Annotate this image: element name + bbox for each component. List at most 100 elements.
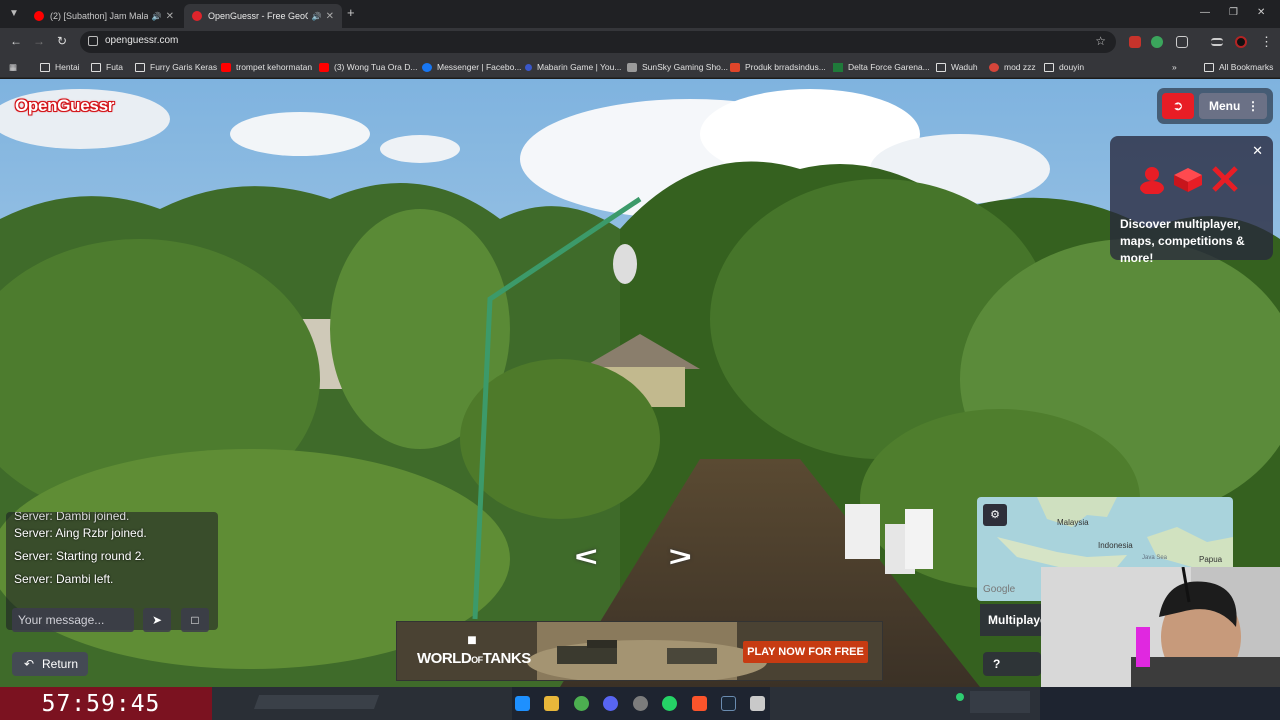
forward-icon[interactable]: → (33, 34, 45, 48)
restore-window-icon[interactable]: ❐ (1229, 7, 1238, 18)
bookmark-item[interactable]: (3) Wong Tua Ora D... (319, 59, 417, 75)
tab-search-dropdown-icon[interactable]: ▼ (6, 6, 22, 22)
streamer-webcam-overlay (1041, 567, 1280, 687)
bookmark-item[interactable]: douyin (1044, 59, 1084, 75)
youtube-favicon-icon (34, 11, 44, 21)
address-bar[interactable]: openguessr.com ☆ (80, 31, 1116, 53)
tab-title: (2) [Subathon] Jam Malam # (50, 11, 148, 21)
bookmark-item[interactable]: Furry Garis Keras (135, 59, 217, 75)
chat-message: Server: Starting round 2. (14, 549, 145, 563)
menu-button[interactable]: Menu ⋮ (1199, 93, 1267, 119)
bookmark-label: Mabarin Game | You... (537, 62, 622, 72)
openguessr-favicon-icon (192, 11, 202, 21)
world-of-tanks-logo: ■ WORLDOFTANKS (417, 632, 531, 667)
bookmark-item[interactable]: mod zzz (989, 59, 1036, 75)
close-tab-icon[interactable]: ✕ (166, 11, 174, 22)
bookmark-label: trompet kehormatan (236, 62, 313, 72)
subathon-timer: 57:59:45 (41, 691, 161, 717)
apps-grid-icon[interactable]: ▦ (9, 59, 17, 75)
openguessr-logo[interactable]: OpenGuessr (15, 96, 114, 116)
close-tab-icon[interactable]: ✕ (326, 11, 334, 22)
discord-icon[interactable] (603, 696, 618, 711)
steam-icon[interactable] (721, 696, 736, 711)
bookmark-item[interactable]: Delta Force Garena... (833, 59, 930, 75)
ad-brand-word: WORLD (417, 650, 472, 667)
browser-menu-icon[interactable]: ⋮ (1260, 34, 1273, 50)
speaker-icon[interactable]: 🔊 (152, 12, 162, 21)
menu-group: ➲ Menu ⋮ (1157, 88, 1273, 124)
new-tab-button[interactable]: + (347, 5, 355, 20)
shop-icon (730, 62, 740, 72)
map-options-icon[interactable]: ⚙ (983, 504, 1007, 526)
bookmark-star-icon[interactable]: ☆ (1095, 34, 1106, 48)
chat-toggle-button[interactable]: □ (181, 608, 209, 632)
chat-message: Server: Aing Rzbr joined. (14, 526, 147, 540)
multiplayer-label[interactable]: Multiplayer (980, 604, 1050, 636)
brave-icon[interactable] (692, 696, 707, 711)
bookmark-item[interactable]: Messenger | Facebo... (422, 59, 521, 75)
back-icon[interactable]: ← (10, 34, 22, 48)
menu-label: Menu (1209, 99, 1241, 113)
bookmark-item[interactable]: Waduh (936, 59, 978, 75)
send-message-button[interactable]: ➤ (143, 608, 171, 632)
return-button[interactable]: ↶ Return (12, 652, 88, 676)
url-text[interactable]: openguessr.com (105, 35, 178, 46)
extension-icon[interactable] (1151, 36, 1163, 48)
pan-right-arrow[interactable]: > (669, 541, 692, 573)
whatsapp-icon[interactable] (662, 696, 677, 711)
help-button[interactable]: ? (983, 652, 1041, 676)
youtube-icon (319, 62, 329, 72)
chat-message-input[interactable] (12, 608, 134, 632)
browser-toolbar: ← → ↻ openguessr.com ☆ ⋮ (0, 28, 1280, 56)
return-label: Return (42, 657, 79, 671)
map-label: Indonesia (1098, 541, 1133, 550)
bookmark-item[interactable]: Futa (91, 59, 123, 75)
bookmarks-bar: ▦ Hentai Futa Furry Garis Keras trompet … (0, 56, 1280, 78)
world-of-tanks-ad-banner[interactable]: ■ WORLDOFTANKS PLAY NOW FOR FREE (396, 621, 883, 681)
bookmark-label: Messenger | Facebo... (437, 62, 522, 72)
all-bookmarks[interactable]: All Bookmarks (1204, 59, 1273, 75)
map-label: Papua (1199, 555, 1223, 564)
play-now-button[interactable]: PLAY NOW FOR FREE (743, 641, 868, 663)
site-icon (525, 63, 532, 71)
app-icon[interactable] (750, 696, 765, 711)
speaker-icon[interactable]: 🔊 (312, 12, 322, 21)
folder-icon (936, 62, 946, 72)
chat-message: Server: Dambi joined. (14, 512, 130, 523)
profile-avatar[interactable] (1235, 36, 1247, 48)
extensions-puzzle-icon[interactable] (1176, 36, 1188, 48)
browser-tab-youtube[interactable]: (2) [Subathon] Jam Malam # 🔊 ✕ (26, 4, 182, 28)
facebook-icon (422, 62, 432, 72)
bookmark-label: douyin (1059, 62, 1085, 72)
extension-icon[interactable] (1129, 36, 1141, 48)
bookmark-item[interactable]: Mabarin Game | You... (525, 59, 621, 75)
chrome-icon[interactable] (574, 696, 589, 711)
bookmark-label: Delta Force Garena... (848, 62, 930, 72)
windows-start-icon[interactable] (515, 696, 530, 711)
obs-icon[interactable] (633, 696, 648, 711)
tab-title: OpenGuessr - Free GeoGue (208, 11, 308, 21)
map-cube-icon (1174, 168, 1202, 192)
multiplayer-promo-popup[interactable]: ✕ Discover multiplayer, maps, competitio… (1110, 136, 1273, 265)
more-bookmarks-chevron-icon[interactable]: » (1172, 59, 1177, 75)
site-info-icon[interactable] (88, 36, 98, 46)
browser-tab-openguessr[interactable]: OpenGuessr - Free GeoGue 🔊 ✕ (184, 4, 342, 28)
close-window-icon[interactable]: ✕ (1257, 7, 1265, 18)
bookmark-item[interactable]: trompet kehormatan (221, 59, 312, 75)
bookmark-item[interactable]: Produk brradsindus... (730, 59, 826, 75)
tank-emblem-icon: ■ (467, 632, 477, 649)
close-icon[interactable]: ✕ (1252, 143, 1263, 159)
reading-list-icon[interactable] (1211, 38, 1223, 46)
bookmark-label: Hentai (55, 62, 80, 72)
chat-message: Server: Dambi left. (14, 572, 114, 586)
exit-game-button[interactable]: ➲ (1162, 93, 1194, 119)
bookmark-label: Furry Garis Keras (150, 62, 218, 72)
bookmark-item[interactable]: SunSky Gaming Sho... (627, 59, 728, 75)
minimize-window-icon[interactable]: — (1200, 7, 1210, 18)
bookmark-item[interactable]: Hentai (40, 59, 80, 75)
file-explorer-icon[interactable] (544, 696, 559, 711)
return-arrow-icon: ↶ (24, 657, 35, 671)
reload-icon[interactable]: ↻ (57, 34, 67, 48)
streetview-viewport[interactable]: OpenGuessr ➲ Menu ⋮ ✕ Discover multiplaye… (0, 79, 1280, 687)
pan-left-arrow[interactable]: < (575, 541, 598, 573)
